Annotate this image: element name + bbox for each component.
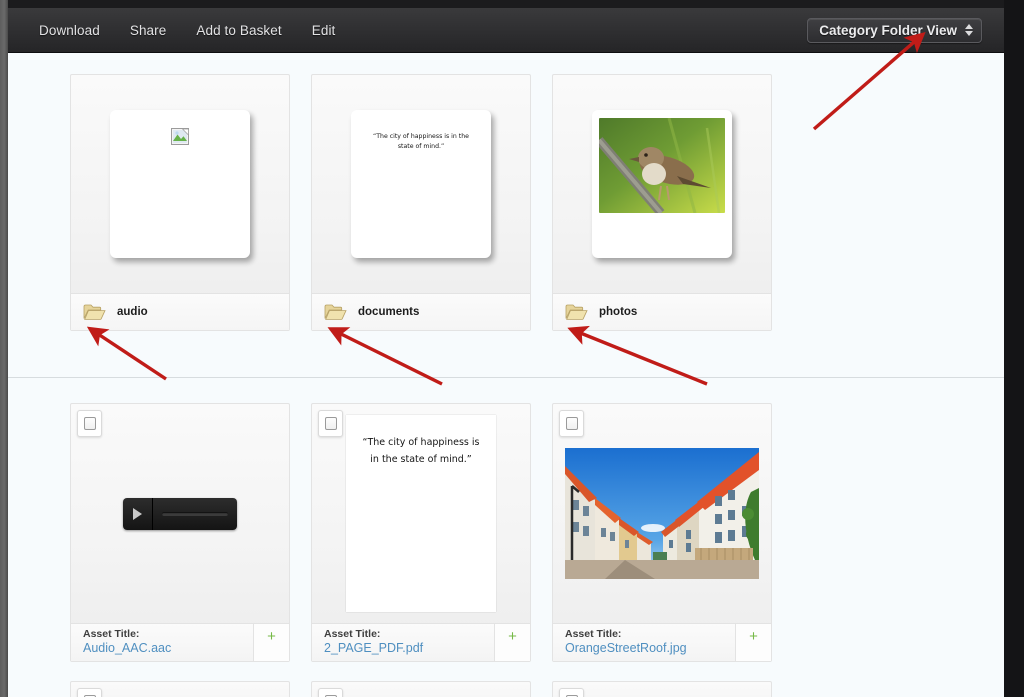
folder-card-photos[interactable]: photos	[552, 74, 772, 331]
asset-card-photo[interactable]: Asset Title: OrangeStreetRoof.jpg +	[552, 403, 772, 662]
folder-icon	[565, 304, 588, 320]
asset-title-label: Asset Title:	[324, 628, 381, 640]
asset-title-label: Asset Title:	[565, 628, 622, 640]
toolbar-download[interactable]: Download	[24, 19, 115, 42]
folder-name: documents	[358, 306, 420, 318]
assets-grid-next-row	[8, 681, 1004, 697]
asset-filename[interactable]: OrangeStreetRoof.jpg	[565, 641, 735, 657]
asset-thumbnail: “The city of happiness is in the state o…	[312, 404, 530, 623]
asset-footer: Asset Title: 2_PAGE_PDF.pdf +	[312, 623, 530, 661]
updown-stepper-icon[interactable]	[965, 24, 973, 36]
folder-thumbnail: “The city of happiness is in the state o…	[312, 75, 530, 293]
preview-quote-text: “The city of happiness is in the state o…	[373, 133, 469, 151]
asset-thumbnail	[71, 404, 289, 623]
assets-grid: Asset Title: Audio_AAC.aac + “The city o…	[8, 403, 1004, 662]
plus-icon[interactable]: +	[253, 624, 289, 661]
toolbar-share[interactable]: Share	[115, 19, 182, 42]
asset-filename[interactable]: 2_PAGE_PDF.pdf	[324, 641, 494, 657]
asset-card-pdf[interactable]: “The city of happiness is in the state o…	[311, 403, 531, 662]
folders-section: audio “The city of happiness is in the s…	[8, 53, 1004, 331]
folder-card-audio[interactable]: audio	[70, 74, 290, 331]
checkbox-icon[interactable]	[559, 688, 584, 697]
toolbar-edit[interactable]: Edit	[297, 19, 351, 42]
asset-footer: Asset Title: OrangeStreetRoof.jpg +	[553, 623, 771, 661]
asset-footer: Asset Title: Audio_AAC.aac +	[71, 623, 289, 661]
plus-icon[interactable]: +	[494, 624, 530, 661]
asset-thumbnail	[553, 404, 771, 623]
street-photo-thumbnail	[565, 448, 759, 579]
asset-meta: Asset Title: OrangeStreetRoof.jpg	[553, 624, 735, 661]
audio-player[interactable]	[123, 497, 237, 530]
folder-thumbnail	[71, 75, 289, 293]
asset-title-label: Asset Title:	[83, 628, 140, 640]
assets-section: Asset Title: Audio_AAC.aac + “The city o…	[8, 378, 1004, 697]
play-icon[interactable]	[123, 497, 153, 530]
top-toolbar: Download Share Add to Basket Edit Catego…	[8, 8, 1004, 53]
checkbox-icon[interactable]	[559, 410, 584, 437]
pdf-page-preview: “The city of happiness is in the state o…	[346, 415, 496, 612]
checkbox-icon[interactable]	[318, 410, 343, 437]
asset-card-audio[interactable]: Asset Title: Audio_AAC.aac +	[70, 403, 290, 662]
asset-meta: Asset Title: 2_PAGE_PDF.pdf	[312, 624, 494, 661]
folder-footer[interactable]: photos	[553, 293, 771, 330]
asset-card-partial[interactable]	[70, 681, 290, 697]
broken-image-icon	[171, 128, 189, 145]
preview-page	[592, 110, 732, 258]
folder-name: photos	[599, 306, 638, 318]
browser-frame: Download Share Add to Basket Edit Catego…	[0, 0, 1024, 697]
folder-footer[interactable]: audio	[71, 293, 289, 330]
checkbox-icon[interactable]	[77, 688, 102, 697]
folder-card-documents[interactable]: “The city of happiness is in the state o…	[311, 74, 531, 331]
window-left-edge	[0, 0, 8, 697]
folder-icon	[83, 304, 106, 320]
bird-photo-thumbnail	[599, 118, 725, 213]
checkbox-icon[interactable]	[318, 688, 343, 697]
plus-icon[interactable]: +	[735, 624, 771, 661]
folder-footer[interactable]: documents	[312, 293, 530, 330]
asset-filename[interactable]: Audio_AAC.aac	[83, 641, 253, 657]
asset-meta: Asset Title: Audio_AAC.aac	[71, 624, 253, 661]
view-mode-select-label: Category Folder View	[819, 22, 957, 38]
folder-name: audio	[117, 306, 148, 318]
window-right-edge	[1004, 0, 1024, 697]
window-top-edge	[0, 0, 1024, 8]
view-select-wrap: Category Folder View	[807, 17, 1004, 43]
asset-card-partial[interactable]	[552, 681, 772, 697]
toolbar-add-to-basket[interactable]: Add to Basket	[181, 19, 296, 42]
folder-thumbnail	[553, 75, 771, 293]
page-body: audio “The city of happiness is in the s…	[8, 53, 1004, 697]
preview-page: “The city of happiness is in the state o…	[351, 110, 491, 258]
view-mode-select[interactable]: Category Folder View	[807, 17, 982, 43]
folder-icon	[324, 304, 347, 320]
preview-page	[110, 110, 250, 258]
pdf-quote-text: “The city of happiness is in the state o…	[362, 437, 480, 465]
toolbar-menu: Download Share Add to Basket Edit	[8, 19, 350, 42]
folders-grid: audio “The city of happiness is in the s…	[8, 74, 1004, 331]
checkbox-icon[interactable]	[77, 410, 102, 437]
asset-card-partial[interactable]	[311, 681, 531, 697]
audio-progress-track[interactable]	[162, 511, 228, 516]
